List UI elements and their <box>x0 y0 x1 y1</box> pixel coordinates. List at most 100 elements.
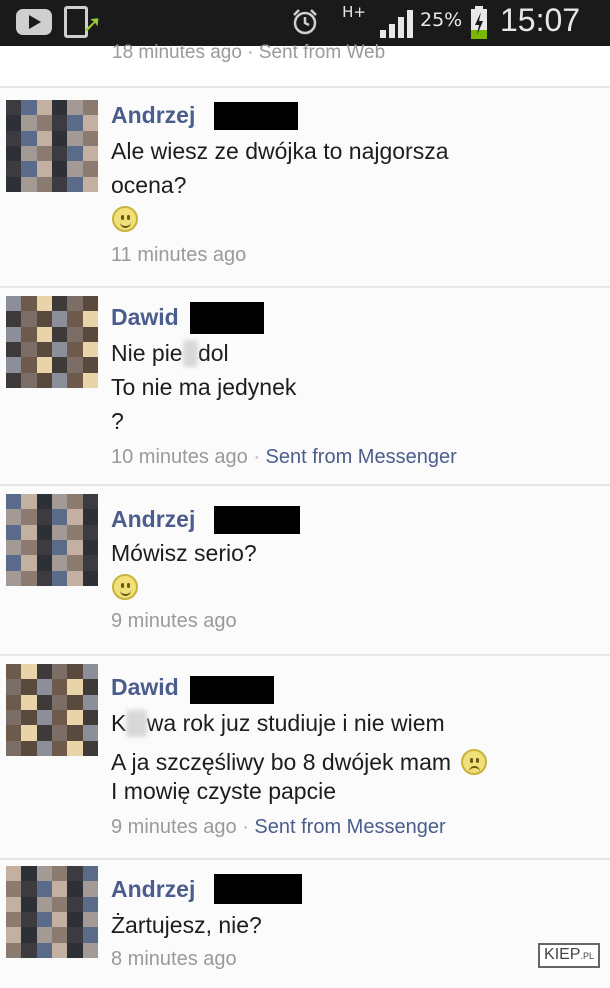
avatar-pixel <box>36 341 52 358</box>
avatar-pixel <box>82 176 98 192</box>
avatar-pixel <box>51 176 68 192</box>
avatar-pixel <box>36 311 52 327</box>
avatar-pixel <box>21 357 37 373</box>
avatar-pixel <box>82 866 98 882</box>
avatar-pixel <box>67 115 83 131</box>
avatar-pixel <box>21 709 37 726</box>
timestamp: 8 minutes ago <box>111 948 237 970</box>
redaction-bar <box>190 676 274 704</box>
avatar-pixel <box>6 725 22 741</box>
avatar-pixel <box>36 161 52 177</box>
message-line: Nie pierrdol <box>111 340 229 367</box>
comment-meta: 9 minutes ago <box>111 610 237 633</box>
avatar-pixel <box>51 494 68 510</box>
avatar-pixel <box>6 709 22 726</box>
avatar-pixel <box>6 740 22 756</box>
avatar-pixel <box>21 494 37 510</box>
avatar[interactable] <box>6 100 98 192</box>
avatar-pixel <box>36 725 52 741</box>
avatar-pixel <box>21 341 37 358</box>
avatar-pixel <box>82 555 98 571</box>
avatar-pixel <box>67 555 83 571</box>
avatar-pixel <box>21 740 37 756</box>
network-type-label: H+ <box>342 3 366 21</box>
avatar-pixel <box>36 942 52 958</box>
avatar-pixel <box>6 326 22 342</box>
avatar-pixel <box>6 664 22 680</box>
avatar-pixel <box>51 709 68 726</box>
avatar-pixel <box>51 911 68 928</box>
author-name[interactable]: Andrzej <box>111 876 195 903</box>
avatar[interactable] <box>6 664 98 756</box>
author-name[interactable]: Dawid <box>111 674 179 701</box>
avatar-pixel <box>36 866 52 882</box>
author-name[interactable]: Andrzej <box>111 102 195 129</box>
avatar-pixel <box>82 357 98 373</box>
avatar-pixel <box>36 555 52 571</box>
avatar-pixel <box>36 911 52 928</box>
avatar-pixel <box>6 539 22 556</box>
avatar-pixel <box>36 176 52 192</box>
comment-item: Andrzej Żartujesz, nie? 8 minutes ago <box>0 858 610 988</box>
avatar-pixel <box>51 326 68 342</box>
avatar-pixel <box>6 100 22 116</box>
avatar-pixel <box>67 326 83 342</box>
avatar-pixel <box>51 679 68 695</box>
avatar[interactable] <box>6 494 98 586</box>
sent-from-link[interactable]: Sent from Messenger <box>266 446 457 468</box>
timestamp: 9 minutes ago <box>111 816 237 838</box>
avatar-pixel <box>6 296 22 312</box>
avatar-pixel <box>82 896 98 912</box>
avatar-pixel <box>21 509 37 525</box>
avatar-pixel <box>21 866 37 882</box>
avatar-pixel <box>6 570 22 586</box>
smile-emoji-icon <box>112 206 138 232</box>
avatar-pixel <box>36 679 52 695</box>
avatar-pixel <box>67 896 83 912</box>
avatar-pixel <box>51 524 68 540</box>
message-line: A ja szczęśliwy bo 8 dwójek mam <box>111 744 488 776</box>
avatar-pixel <box>21 296 37 312</box>
redaction-bar <box>214 506 300 534</box>
avatar-pixel <box>67 494 83 510</box>
avatar-pixel <box>82 372 98 388</box>
avatar-pixel <box>6 866 22 882</box>
avatar-pixel <box>51 357 68 373</box>
avatar-pixel <box>6 524 22 540</box>
avatar-pixel <box>6 494 22 510</box>
avatar-pixel <box>67 100 83 116</box>
avatar-pixel <box>82 524 98 540</box>
avatar-pixel <box>6 927 22 943</box>
avatar-pixel <box>67 372 83 388</box>
avatar[interactable] <box>6 296 98 388</box>
author-name[interactable]: Dawid <box>111 304 179 331</box>
comment-item: Andrzej Mówisz serio? 9 minutes ago <box>0 484 610 654</box>
avatar-pixel <box>67 130 83 146</box>
message-line: ? <box>111 408 124 434</box>
avatar-pixel <box>67 664 83 680</box>
avatar-pixel <box>21 100 37 116</box>
avatar-pixel <box>51 161 68 177</box>
avatar-pixel <box>82 694 98 710</box>
avatar-pixel <box>67 942 83 958</box>
avatar-pixel <box>67 524 83 540</box>
avatar-pixel <box>82 725 98 741</box>
avatar-pixel <box>51 145 68 162</box>
message-line: ocena? <box>111 172 187 198</box>
avatar-pixel <box>67 709 83 726</box>
avatar-pixel <box>51 896 68 912</box>
avatar-pixel <box>51 927 68 943</box>
avatar-pixel <box>36 664 52 680</box>
avatar-pixel <box>36 494 52 510</box>
comment-meta: 8 minutes ago <box>111 948 237 971</box>
author-name[interactable]: Andrzej <box>111 506 195 533</box>
avatar-pixel <box>67 911 83 928</box>
avatar-pixel <box>51 570 68 586</box>
avatar-pixel <box>51 725 68 741</box>
avatar-pixel <box>6 942 22 958</box>
sent-from-link[interactable]: Sent from Messenger <box>254 816 445 838</box>
avatar[interactable] <box>6 866 98 958</box>
avatar-pixel <box>6 881 22 897</box>
avatar-pixel <box>6 311 22 327</box>
avatar-pixel <box>36 524 52 540</box>
